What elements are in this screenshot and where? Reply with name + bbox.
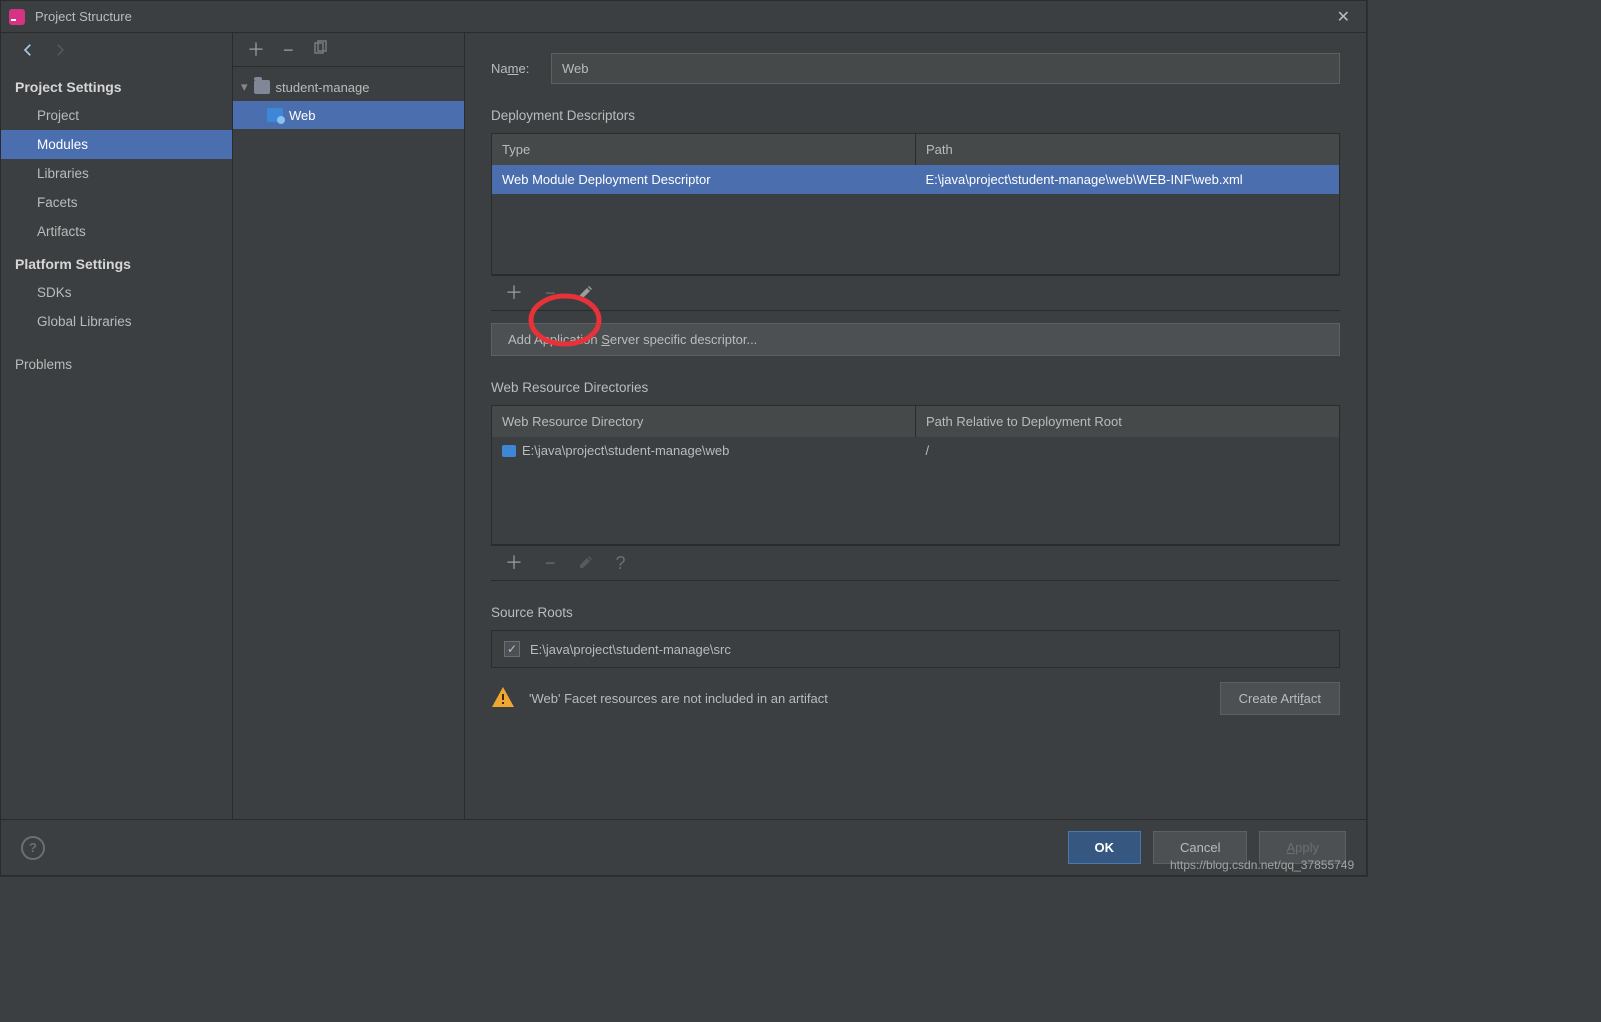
nav-facets[interactable]: Facets [1,188,232,217]
nav-forward-icon [51,41,69,62]
nav-libraries[interactable]: Libraries [1,159,232,188]
intellij-icon [9,9,25,25]
watermark-text: https://blog.csdn.net/qq_37855749 [1170,858,1354,872]
nav-global-libraries[interactable]: Global Libraries [1,307,232,336]
wr-toolbar: ＋ − ? [491,545,1340,581]
wr-dir: E:\java\project\student-manage\web [522,443,729,458]
source-roots-title: Source Roots [465,581,1366,630]
nav-back-icon[interactable] [19,41,37,62]
dialog-title: Project Structure [35,9,1329,24]
deploy-row-selected[interactable]: Web Module Deployment Descriptor E:\java… [492,165,1339,194]
close-icon[interactable]: ✕ [1329,5,1358,29]
name-input[interactable] [551,53,1340,84]
module-tree-panel: ＋ − ▾ student-manage Web [233,33,465,819]
dialog-footer: ? OK Cancel Apply [1,819,1366,875]
add-module-icon[interactable]: ＋ [247,42,265,58]
wr-th-dir: Web Resource Directory [492,406,916,437]
deploy-row-type: Web Module Deployment Descriptor [492,165,916,194]
folder-icon [254,80,270,94]
copy-module-icon[interactable] [312,40,328,59]
help-icon[interactable]: ? [21,836,45,860]
wr-rel: / [916,437,1340,464]
checkbox-checked-icon[interactable]: ✓ [504,641,520,657]
source-roots-panel: ✓ E:\java\project\student-manage\src [491,630,1340,668]
deploy-edit-icon[interactable] [578,284,594,303]
web-facet-icon [267,108,283,122]
nav-artifacts[interactable]: Artifacts [1,217,232,246]
web-resource-table: Web Resource Directory Path Relative to … [491,405,1340,545]
deployment-descriptors-title: Deployment Descriptors [465,84,1366,133]
section-platform-settings: Platform Settings [1,246,232,278]
wr-edit-icon[interactable] [578,554,594,573]
web-folder-icon [502,445,516,457]
deploy-row-path: E:\java\project\student-manage\web\WEB-I… [916,165,1340,194]
wr-add-icon[interactable]: ＋ [505,554,523,572]
deploy-add-icon[interactable]: ＋ [505,284,523,302]
tree-web-label: Web [289,108,316,123]
add-app-server-descriptor-button[interactable]: Add Application Server specific descript… [491,323,1340,356]
name-label: Name: [491,61,551,76]
wr-remove-icon[interactable]: − [545,554,556,572]
nav-modules[interactable]: Modules [1,130,232,159]
warning-icon [491,685,515,712]
wr-help-icon[interactable]: ? [616,554,626,572]
tree-root-label: student-manage [276,80,370,95]
wr-row[interactable]: E:\java\project\student-manage\web / [492,437,1339,464]
section-project-settings: Project Settings [1,69,232,101]
nav-sdks[interactable]: SDKs [1,278,232,307]
source-root-path: E:\java\project\student-manage\src [530,642,731,657]
deployment-table: Type Path Web Module Deployment Descript… [491,133,1340,275]
deploy-th-path: Path [916,134,1339,165]
project-structure-dialog: Project Structure ✕ Project Settings Pro… [0,0,1367,876]
tree-web-facet[interactable]: Web [233,101,464,129]
ok-button[interactable]: OK [1068,831,1142,864]
deploy-remove-icon[interactable]: − [545,284,556,302]
titlebar: Project Structure ✕ [1,1,1366,33]
left-nav: Project Settings Project Modules Librari… [1,33,233,819]
nav-project[interactable]: Project [1,101,232,130]
deploy-th-type: Type [492,134,916,165]
remove-module-icon[interactable]: − [283,42,294,58]
wr-th-rel: Path Relative to Deployment Root [916,406,1339,437]
create-artifact-button[interactable]: Create Artifact [1220,682,1340,715]
main-content: Name: Deployment Descriptors Type Path W… [465,33,1366,819]
warning-text: 'Web' Facet resources are not included i… [529,691,828,706]
tree-root-module[interactable]: ▾ student-manage [233,73,464,101]
web-resource-dirs-title: Web Resource Directories [465,356,1366,405]
source-root-row[interactable]: ✓ E:\java\project\student-manage\src [504,641,1327,657]
nav-problems[interactable]: Problems [1,350,232,379]
deploy-toolbar: ＋ − [491,275,1340,311]
